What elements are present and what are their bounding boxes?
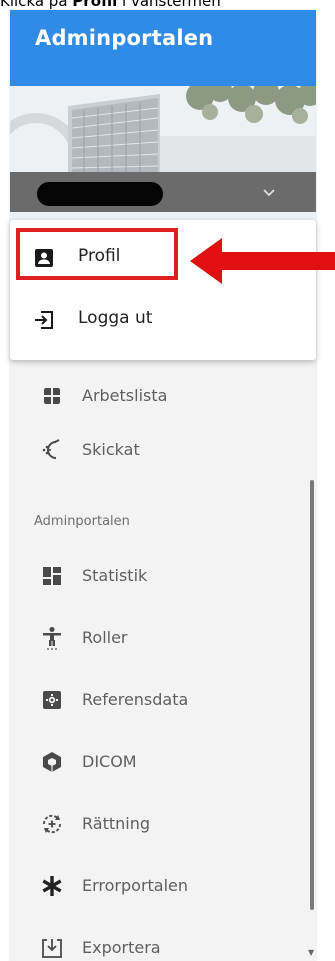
red-arrow-annotation	[190, 238, 335, 284]
caption-bold: Profil	[72, 0, 118, 10]
app-header: Adminportalen	[10, 10, 316, 86]
caption-suffix: i vänstermen	[117, 0, 221, 10]
export-icon	[40, 936, 64, 960]
dashboard-icon	[40, 564, 64, 588]
person-roles-icon	[40, 626, 64, 650]
sidebar-item-exportera[interactable]: Exportera	[10, 922, 316, 961]
menu-item-logga-ut[interactable]: Logga ut	[10, 290, 316, 350]
section-label-adminportalen: Adminportalen	[34, 514, 130, 529]
chevron-down-icon[interactable]	[262, 186, 276, 202]
sidebar-item-label: Referensdata	[82, 690, 189, 709]
sparkle-send-icon	[40, 438, 64, 462]
building-image	[10, 86, 316, 238]
logout-icon	[32, 308, 56, 332]
menu-item-label: Logga ut	[78, 308, 153, 328]
sidebar-item-statistik[interactable]: Statistik	[10, 550, 316, 604]
sidebar-item-label: Exportera	[82, 938, 161, 957]
sidebar-item-label: Errorportalen	[82, 876, 189, 895]
sidebar-item-skickat[interactable]: Skickat	[10, 424, 316, 478]
sidebar-item-label: DICOM	[82, 752, 137, 771]
sidebar-item-roller[interactable]: Roller	[10, 612, 316, 666]
settings-box-icon	[40, 688, 64, 712]
sidebar-item-arbetslista[interactable]: Arbetslista	[10, 370, 316, 424]
sidebar-item-label: Rättning	[82, 814, 150, 833]
sidebar-item-rattning[interactable]: Rättning	[10, 798, 316, 852]
sidebar-item-referensdata[interactable]: Referensdata	[10, 674, 316, 728]
profile-banner	[10, 86, 316, 238]
sidebar-item-label: Skickat	[82, 440, 140, 459]
cube-icon	[40, 750, 64, 774]
scrollbar-thumb[interactable]	[310, 480, 314, 910]
caption-prefix: Klicka på	[0, 0, 73, 10]
sidebar-item-errorportalen[interactable]: Errorportalen	[10, 860, 316, 914]
sidebar-item-dicom[interactable]: DICOM	[10, 736, 316, 790]
sidebar-panel: Adminportalen Arbetslista Skickat Adminp…	[10, 10, 316, 961]
highlight-box	[16, 228, 178, 280]
header-title: Adminportalen	[35, 26, 214, 50]
sidebar-item-label: Roller	[82, 628, 128, 647]
asterisk-icon	[40, 874, 64, 898]
sidebar-item-label: Arbetslista	[82, 386, 168, 405]
scroll-down-icon[interactable]: ▼	[308, 948, 314, 957]
rotate-plus-icon	[40, 812, 64, 836]
redacted-username	[37, 182, 163, 206]
sidebar-item-label: Statistik	[82, 566, 148, 585]
grid-icon	[40, 384, 64, 408]
